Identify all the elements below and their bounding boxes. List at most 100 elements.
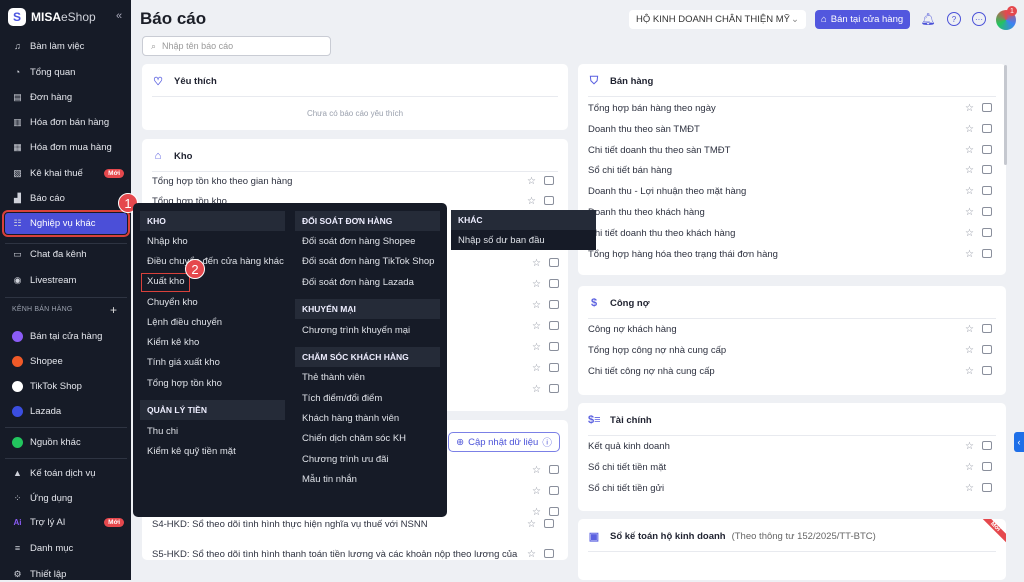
menu-item[interactable]: Kiểm kê quỹ tiền mặt [147, 443, 236, 459]
sidebar-item-catalog[interactable]: ≡ Danh mục [12, 540, 124, 556]
menu-item[interactable]: Kiểm kê kho [147, 334, 199, 350]
sidebar-item-chat[interactable]: ▭ Chat đa kênh [12, 246, 124, 262]
sidebar-item-other-operations[interactable]: ☷ Nghiệp vụ khác [12, 215, 124, 231]
chart-preview-icon[interactable] [982, 185, 992, 195]
menu-item[interactable]: Nhập số dư ban đầu [458, 232, 545, 248]
chart-preview-icon[interactable] [982, 440, 992, 450]
sidebar-item-purchase-invoice[interactable]: ▦ Hóa đơn mua hàng [12, 139, 124, 155]
chart-preview-icon[interactable] [548, 486, 559, 495]
sidebar-item-ai-assistant[interactable]: Ai Trợ lý AI Mới [12, 514, 124, 530]
report-row[interactable]: Tổng hợp tồn kho theo gian hàng ☆ [152, 173, 554, 189]
sidebar-item-livestream[interactable]: ◉ Livestream [12, 272, 124, 288]
report-row[interactable]: Sổ chi tiết bán hàng ☆ [588, 162, 992, 178]
star-icon[interactable]: ☆ [965, 345, 974, 356]
star-icon[interactable]: ☆ [965, 483, 974, 494]
chart-preview-icon[interactable] [544, 195, 554, 205]
scrollbar[interactable] [1004, 65, 1007, 165]
star-icon[interactable]: ☆ [965, 462, 974, 473]
sidebar-item-tax[interactable]: ▧ Kê khai thuế Mới [12, 165, 124, 181]
star-icon[interactable]: ☆ [965, 249, 974, 260]
report-row[interactable]: S4-HKD: Sổ theo dõi tình hình thực hiện … [152, 516, 554, 532]
star-icon[interactable]: ☆ [965, 207, 974, 218]
sidebar-item-orders[interactable]: ▤ Đơn hàng [12, 89, 124, 105]
sell-at-store-button[interactable]: ⌂ Bán tại cửa hàng [815, 10, 910, 29]
report-row[interactable]: Sổ chi tiết tiền gửi ☆ [588, 480, 992, 496]
menu-item[interactable]: Đối soát đơn hàng Lazada [302, 274, 414, 290]
star-icon[interactable]: ☆ [532, 465, 541, 476]
star-icon[interactable]: ☆ [532, 486, 541, 497]
sidebar-item-apps[interactable]: ⁘ Ứng dụng [12, 490, 124, 506]
chart-preview-icon[interactable] [982, 248, 992, 258]
chart-preview-icon[interactable] [548, 321, 559, 330]
menu-item[interactable]: Chiến dịch chăm sóc KH [302, 430, 406, 446]
star-icon[interactable]: ☆ [532, 384, 541, 395]
menu-item[interactable]: Đối soát đơn hàng TikTok Shop [302, 253, 434, 269]
report-row[interactable]: Chi tiết công nợ nhà cung cấp ☆ [588, 363, 992, 379]
bell-icon[interactable]: 🔔︎ [920, 12, 935, 26]
chart-preview-icon[interactable] [982, 323, 992, 333]
chart-preview-icon[interactable] [982, 461, 992, 471]
chart-preview-icon[interactable] [982, 206, 992, 216]
chart-preview-icon[interactable] [982, 482, 992, 492]
logo[interactable]: S MISA eShop [8, 8, 96, 26]
report-row[interactable]: Doanh thu theo khách hàng ☆ [588, 204, 992, 220]
sidebar-channel-tiktok[interactable]: TikTok Shop [12, 378, 124, 394]
star-icon[interactable]: ☆ [527, 519, 536, 530]
star-icon[interactable]: ☆ [532, 321, 541, 332]
star-icon[interactable]: ☆ [965, 228, 974, 239]
chart-preview-icon[interactable] [982, 144, 992, 154]
menu-item[interactable]: Thu chi [147, 423, 178, 439]
star-icon[interactable]: ☆ [532, 363, 541, 374]
chart-preview-icon[interactable] [548, 465, 559, 474]
help-icon[interactable]: ? [947, 12, 961, 26]
update-data-button[interactable]: ⊕ Cập nhật dữ liệu ⓘ [448, 432, 560, 452]
chart-preview-icon[interactable] [982, 123, 992, 133]
chart-preview-icon[interactable] [548, 384, 559, 393]
report-row[interactable]: S5-HKD: Sổ theo dõi tình hình thanh toán… [152, 546, 554, 562]
sidebar-item-desk[interactable]: ♫ Bàn làm việc [12, 38, 124, 54]
report-row[interactable]: Tổng hợp công nợ nhà cung cấp ☆ [588, 342, 992, 358]
chart-preview-icon[interactable] [982, 365, 992, 375]
star-icon[interactable]: ☆ [965, 324, 974, 335]
report-row[interactable]: Tổng hợp bán hàng theo ngày ☆ [588, 100, 992, 116]
menu-item[interactable]: Tổng hợp tồn kho [147, 375, 222, 391]
sidebar-item-other-source[interactable]: Nguồn khác [12, 434, 124, 450]
menu-item[interactable]: Tính giá xuất kho [147, 354, 220, 370]
star-icon[interactable]: ☆ [527, 196, 536, 207]
menu-item[interactable]: Khách hàng thành viên [302, 410, 399, 426]
expand-panel-button[interactable]: ‹ [1014, 432, 1024, 452]
chart-preview-icon[interactable] [982, 102, 992, 112]
add-channel-button[interactable]: + [110, 303, 117, 317]
report-row[interactable]: Chi tiết doanh thu theo khách hàng ☆ [588, 225, 992, 241]
star-icon[interactable]: ☆ [965, 103, 974, 114]
star-icon[interactable]: ☆ [965, 124, 974, 135]
menu-item[interactable]: Thẻ thành viên [302, 369, 365, 385]
menu-item[interactable]: Lệnh điều chuyển [147, 314, 222, 330]
report-row[interactable]: Công nợ khách hàng ☆ [588, 321, 992, 337]
sidebar-item-accounting-service[interactable]: ▲ Kế toán dịch vụ [12, 465, 124, 481]
sidebar-channel-lazada[interactable]: Lazada [12, 403, 124, 419]
star-icon[interactable]: ☆ [965, 441, 974, 452]
star-icon[interactable]: ☆ [532, 300, 541, 311]
menu-item[interactable]: Đối soát đơn hàng Shopee [302, 233, 415, 249]
sidebar-item-sales-invoice[interactable]: ▥ Hóa đơn bán hàng [12, 114, 124, 130]
sidebar-item-overview[interactable]: ◔ Tổng quan [12, 64, 124, 80]
chart-preview-icon[interactable] [548, 342, 559, 351]
report-row[interactable]: Sổ chi tiết tiền mặt ☆ [588, 459, 992, 475]
report-row[interactable]: Kết quả kinh doanh ☆ [588, 438, 992, 454]
chart-preview-icon[interactable] [544, 518, 554, 528]
sidebar-channel-shopee[interactable]: Shopee [12, 353, 124, 369]
star-icon[interactable]: ☆ [527, 176, 536, 187]
report-row[interactable]: Doanh thu theo sàn TMĐT ☆ [588, 121, 992, 137]
more-icon[interactable]: ··· [972, 12, 986, 26]
chart-preview-icon[interactable] [548, 363, 559, 372]
star-icon[interactable]: ☆ [532, 507, 541, 518]
chart-preview-icon[interactable] [982, 344, 992, 354]
chart-preview-icon[interactable] [544, 548, 554, 558]
menu-item[interactable]: Chương trình ưu đãi [302, 451, 389, 467]
chart-preview-icon[interactable] [982, 227, 992, 237]
menu-item[interactable]: Nhập kho [147, 233, 188, 249]
report-row[interactable]: Doanh thu - Lợi nhuận theo mặt hàng ☆ [588, 183, 992, 199]
star-icon[interactable]: ☆ [965, 366, 974, 377]
collapse-sidebar-button[interactable]: « [116, 10, 122, 22]
